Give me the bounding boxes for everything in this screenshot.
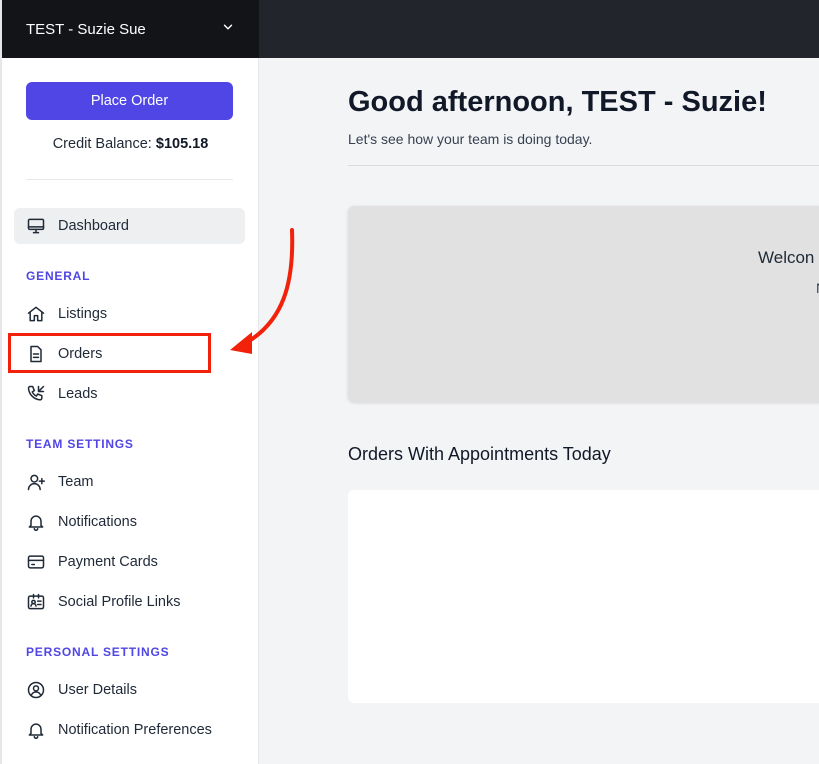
- credit-balance-label: Credit Balance:: [52, 136, 156, 152]
- annotation-arrow: [230, 228, 295, 354]
- monitor-icon: [26, 216, 46, 236]
- sidebar-divider: [26, 179, 233, 180]
- sidebar-item-social-profile-links[interactable]: Social Profile Links: [14, 584, 245, 620]
- sidebar-item-payment-cards[interactable]: Payment Cards: [14, 544, 245, 580]
- sidebar-item-label: Leads: [58, 386, 98, 402]
- credit-balance: Credit Balance: $105.18: [2, 136, 259, 152]
- credit-card-icon: [26, 552, 46, 572]
- welcome-title: Welcon: [758, 248, 815, 267]
- sidebar-item-label: Listings: [58, 306, 108, 322]
- id-card-icon: [26, 592, 46, 612]
- credit-balance-value: $105.18: [155, 136, 209, 152]
- section-label-personal-settings: PERSONAL SETTINGS: [26, 645, 170, 659]
- sidebar-item-label: Payment Cards: [58, 554, 158, 570]
- place-order-button[interactable]: Place Order: [26, 82, 233, 120]
- sidebar-item-label: Team: [58, 474, 94, 490]
- main-content: Good afternoon, TEST - Suzie! Let's see …: [259, 58, 819, 764]
- welcome-card: Welcon N: [348, 206, 819, 402]
- sidebar-item-listings[interactable]: Listings: [14, 296, 245, 332]
- sidebar: Place Order Credit Balance: $105.18 Dash…: [2, 58, 259, 764]
- sidebar-item-notifications[interactable]: Notifications: [14, 504, 245, 540]
- sidebar-item-label: Dashboard: [58, 218, 129, 234]
- app-frame: TEST - Suzie Sue Place Order Credit Bala…: [0, 0, 819, 764]
- user-circle-icon: [26, 680, 46, 700]
- page-subtitle: Let's see how your team is doing today.: [348, 131, 593, 147]
- sidebar-item-team[interactable]: Team: [14, 464, 245, 500]
- sidebar-item-user-details[interactable]: User Details: [14, 672, 245, 708]
- chevron-down-icon: [221, 20, 235, 38]
- sidebar-item-label: Notification Preferences: [58, 722, 212, 738]
- account-switcher[interactable]: TEST - Suzie Sue: [2, 0, 259, 58]
- bell-icon: [26, 720, 46, 740]
- section-label-general: GENERAL: [26, 269, 91, 283]
- orders-panel: [348, 490, 819, 703]
- sidebar-item-leads[interactable]: Leads: [14, 376, 245, 412]
- section-label-team-settings: TEAM SETTINGS: [26, 437, 134, 451]
- sidebar-item-label: User Details: [58, 682, 137, 698]
- header-divider: [348, 165, 819, 166]
- page-title: Good afternoon, TEST - Suzie!: [348, 86, 767, 118]
- phone-incoming-icon: [26, 384, 46, 404]
- account-name: TEST - Suzie Sue: [26, 20, 146, 38]
- user-plus-icon: [26, 472, 46, 492]
- annotation-highlight-box: [8, 333, 211, 373]
- sidebar-item-label: Notifications: [58, 514, 137, 530]
- bell-icon: [26, 512, 46, 532]
- orders-section-title: Orders With Appointments Today: [348, 444, 611, 464]
- home-icon: [26, 304, 46, 324]
- sidebar-item-dashboard[interactable]: Dashboard: [14, 208, 245, 244]
- sidebar-item-label: Social Profile Links: [58, 594, 181, 610]
- sidebar-item-notification-preferences[interactable]: Notification Preferences: [14, 712, 245, 748]
